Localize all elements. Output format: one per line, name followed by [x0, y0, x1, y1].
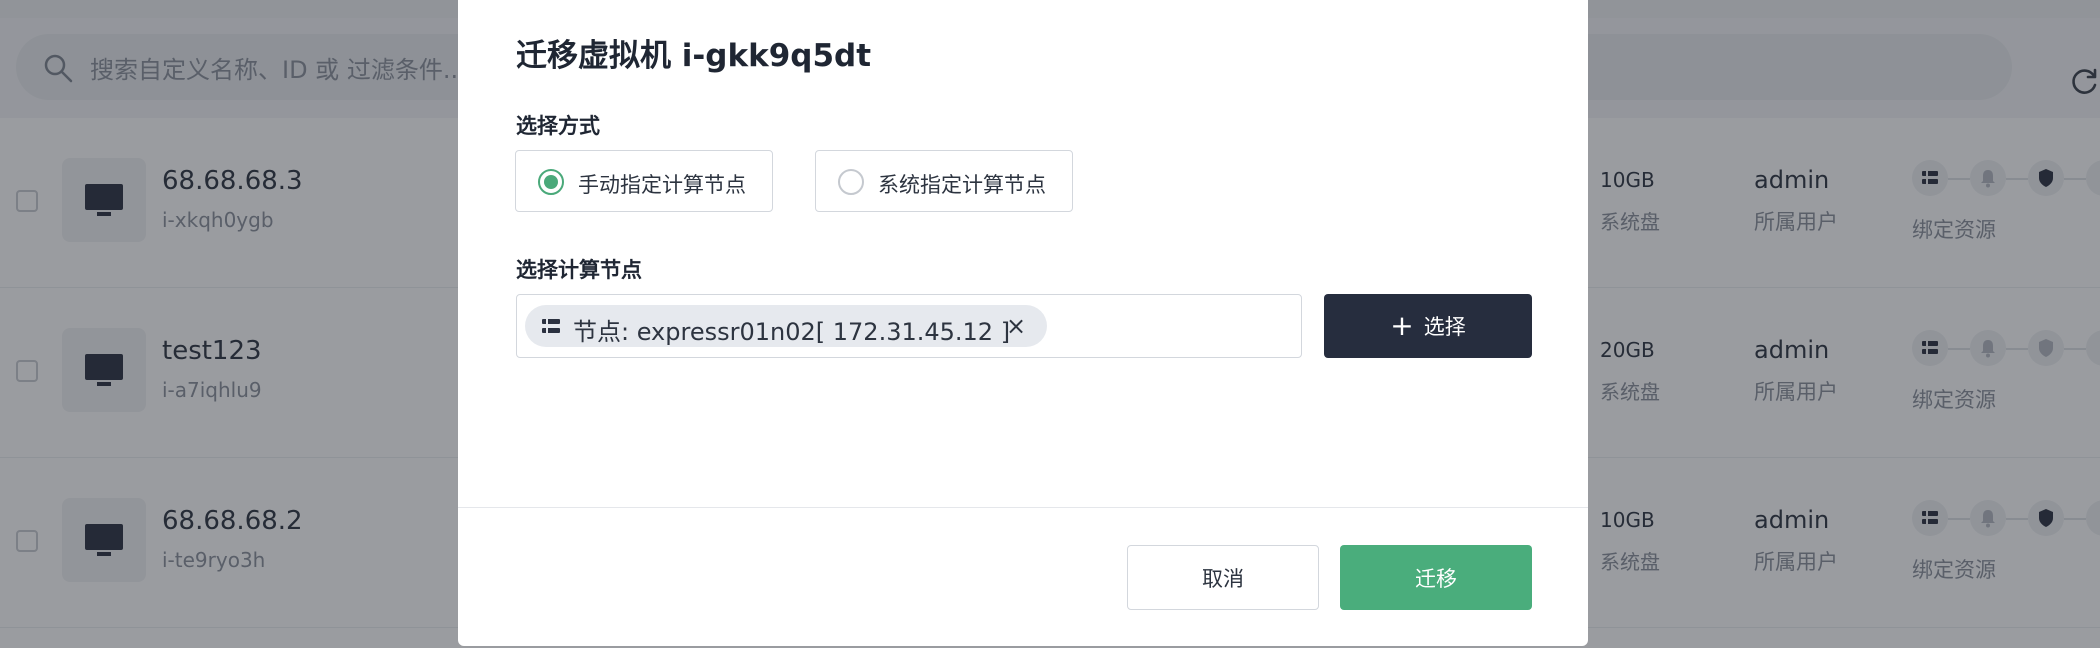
node-selection-field[interactable]: 节点: expressr01n02[ 172.31.45.12 ] ×: [516, 294, 1302, 358]
select-node-button[interactable]: + 选择: [1324, 294, 1532, 358]
node-icon: [542, 317, 560, 335]
plus-icon: +: [1390, 309, 1414, 342]
radio-system-node[interactable]: 系统指定计算节点: [815, 150, 1073, 212]
dialog-title: 迁移虚拟机 i-gkk9q5dt: [516, 38, 872, 74]
selected-node-tag: 节点: expressr01n02[ 172.31.45.12 ] ×: [525, 305, 1047, 347]
radio-manual-label: 手动指定计算节点: [578, 173, 746, 197]
migrate-vm-dialog: 迁移虚拟机 i-gkk9q5dt 选择方式 手动指定计算节点 系统指定计算节点 …: [458, 0, 1588, 646]
close-icon[interactable]: ×: [1001, 311, 1031, 341]
radio-selected-icon[interactable]: [538, 169, 564, 195]
method-label: 选择方式: [516, 114, 600, 138]
radio-manual-node[interactable]: 手动指定计算节点: [515, 150, 773, 212]
cancel-button[interactable]: 取消: [1127, 545, 1319, 610]
node-label: 选择计算节点: [516, 258, 642, 282]
radio-unselected-icon[interactable]: [838, 169, 864, 195]
radio-system-label: 系统指定计算节点: [878, 173, 1046, 197]
footer-divider: [458, 507, 1588, 508]
migrate-button[interactable]: 迁移: [1340, 545, 1532, 610]
node-tag-label: 节点: expressr01n02[ 172.31.45.12 ]: [573, 318, 1011, 346]
select-button-label: 选择: [1423, 315, 1466, 339]
